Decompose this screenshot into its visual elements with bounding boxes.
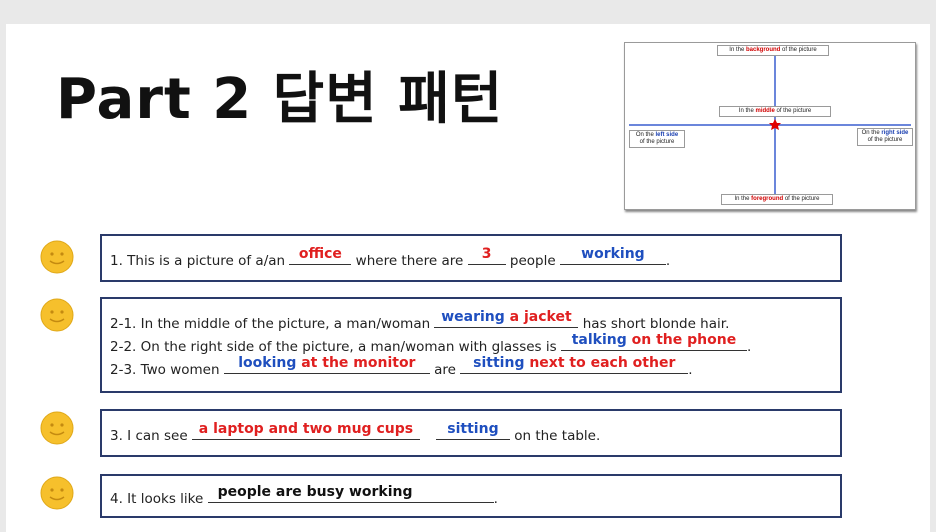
smiley-icon	[40, 240, 74, 274]
diagram-label-left: On the left side of the picture	[629, 130, 685, 148]
diagram-label-right: On the right side of the picture	[857, 128, 913, 146]
diagram-label-middle: In the middle of the picture	[719, 106, 831, 117]
smiley-icon	[40, 411, 74, 445]
blank-2-3a: looking at the monitor	[223, 355, 430, 374]
blank-2-3b: sitting next to each other	[460, 355, 689, 374]
sentence-2-1: 2-1. In the middle of the picture, a man…	[110, 309, 730, 332]
blank-2-2: talking on the phone	[560, 332, 747, 351]
diagram-label-background: In the background of the picture	[717, 45, 829, 56]
answer-box-1: 1. This is a picture of a/an office wher…	[100, 234, 842, 282]
window-top-bar	[0, 0, 936, 24]
blank-objects: a laptop and two mug cups	[191, 421, 420, 440]
answer-box-4: 4. It looks like people are busy working…	[100, 474, 842, 518]
sentence-2-3: 2-3. Two women looking at the monitor ar…	[110, 355, 693, 378]
blank-place: office	[289, 246, 352, 265]
blank-impression: people are busy working	[207, 484, 494, 503]
smiley-icon	[40, 298, 74, 332]
sentence-1: 1. This is a picture of a/an office wher…	[110, 246, 671, 269]
blank-position: sitting	[435, 421, 510, 440]
page-title: Part 2 답변 패턴	[56, 67, 504, 132]
blank-count: 3	[467, 246, 506, 265]
blank-activity: working	[559, 246, 666, 265]
blank-2-1: wearing a jacket	[434, 309, 579, 328]
diagram-axes	[629, 49, 911, 203]
answer-box-2: 2-1. In the middle of the picture, a man…	[100, 297, 842, 393]
sentence-3: 3. I can see a laptop and two mug cups si…	[110, 421, 601, 444]
answer-box-3: 3. I can see a laptop and two mug cups si…	[100, 409, 842, 457]
slide: Part 2 답변 패턴 In the background of the pi…	[6, 24, 930, 532]
smiley-icon	[40, 476, 74, 510]
sentence-4: 4. It looks like people are busy working…	[110, 484, 498, 507]
position-diagram: In the background of the picture In the …	[624, 42, 916, 210]
sentence-2-2: 2-2. On the right side of the picture, a…	[110, 332, 752, 355]
diagram-label-foreground: In the foreground of the picture	[721, 194, 833, 205]
